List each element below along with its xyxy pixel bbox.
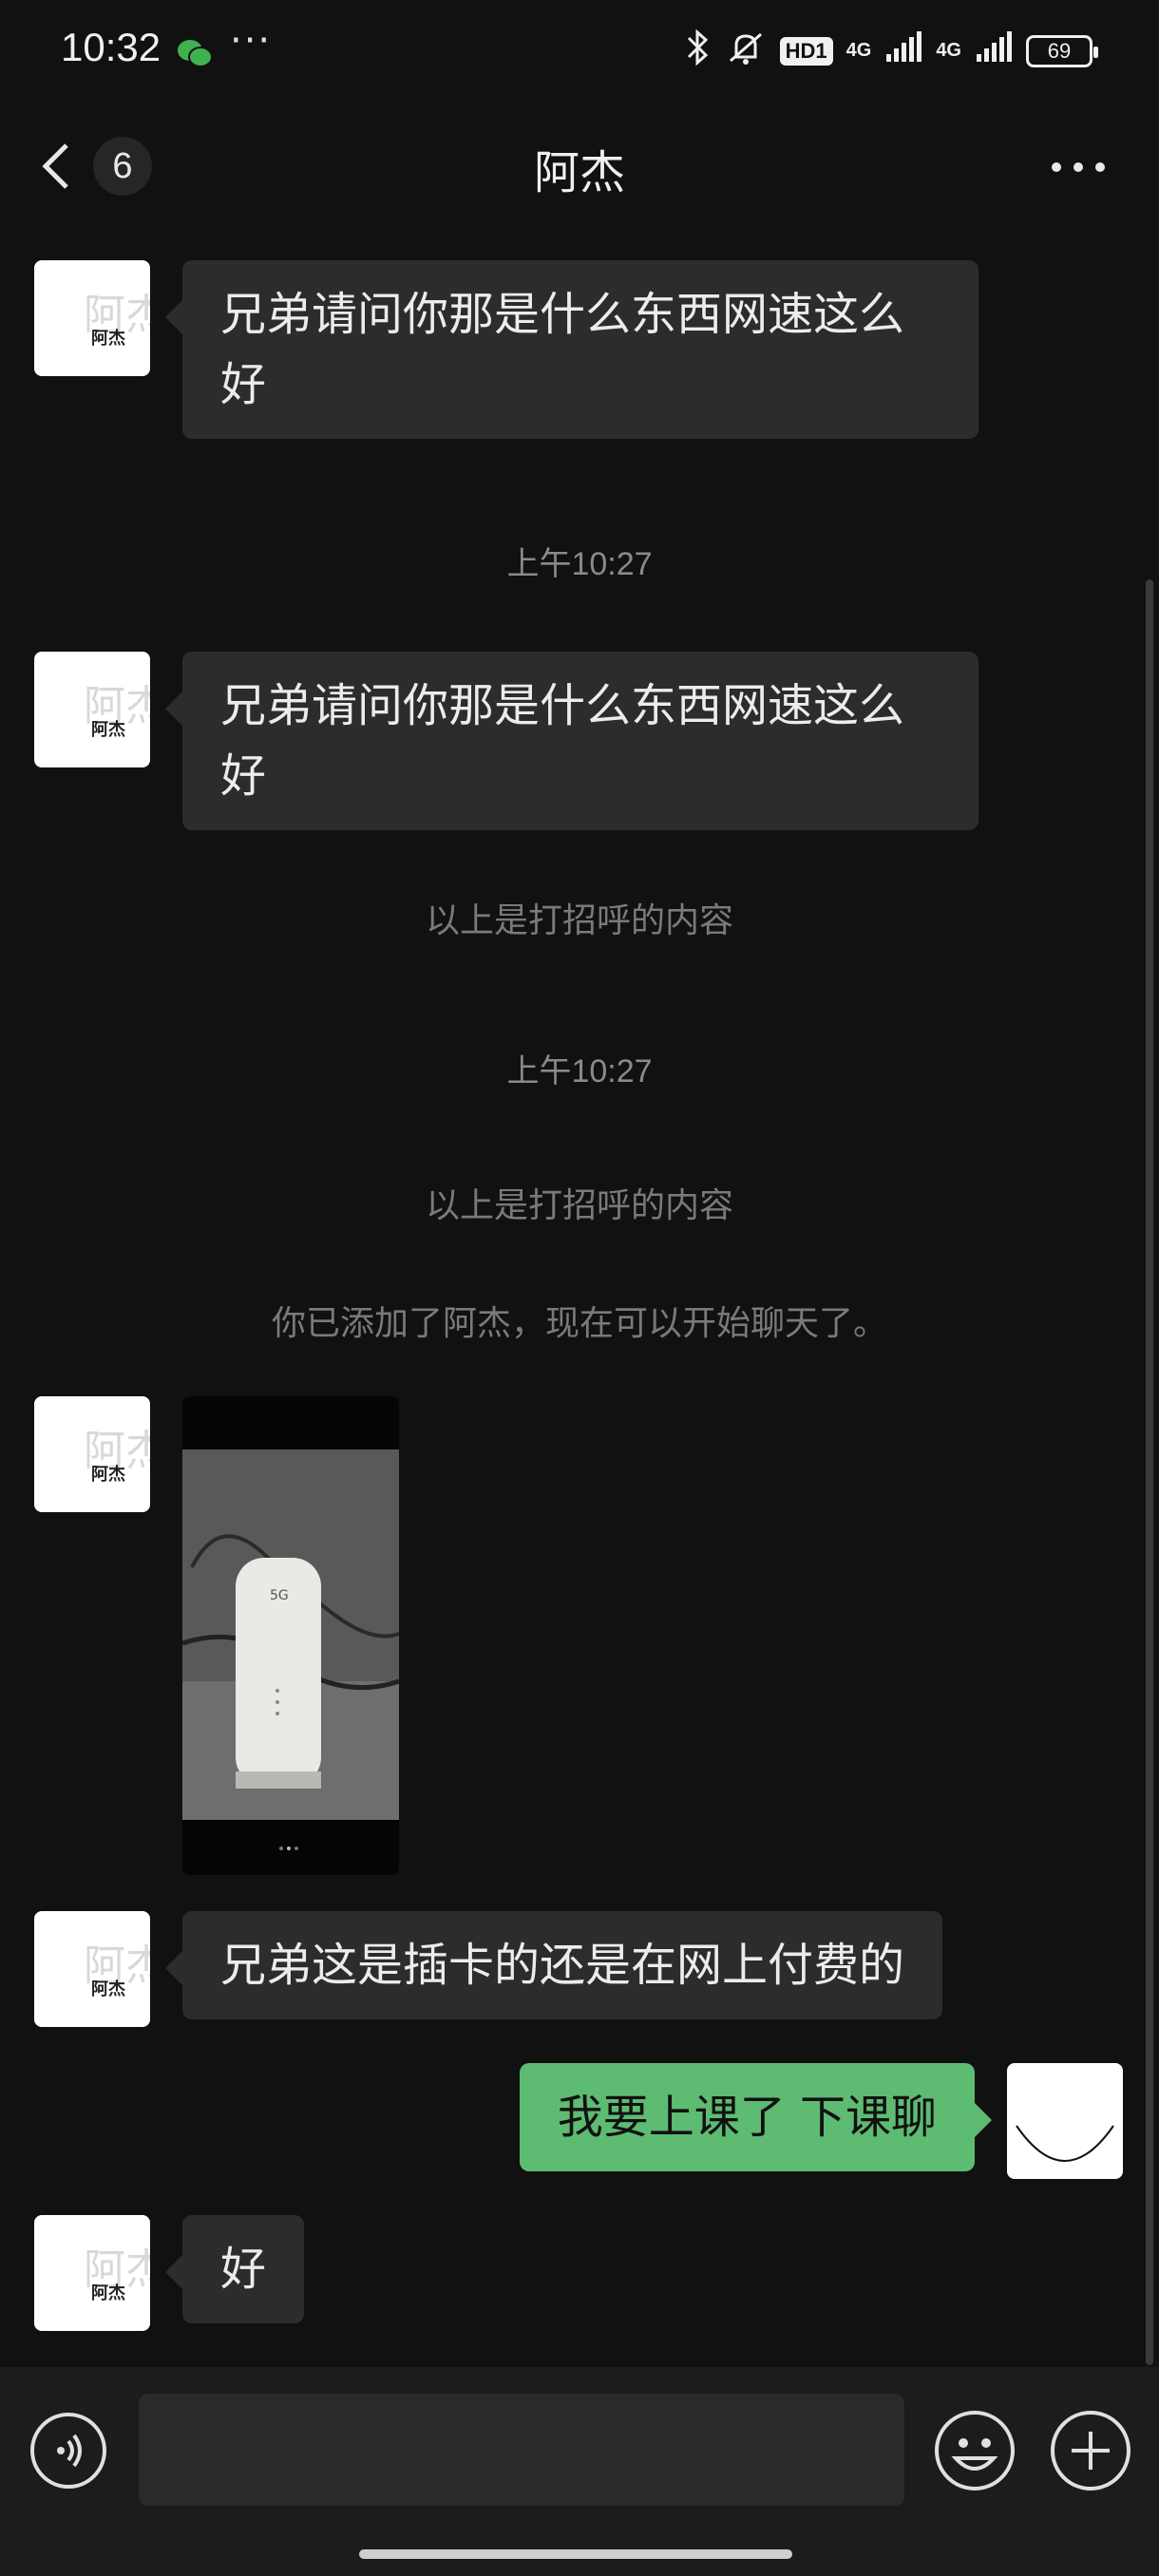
plus-icon: [1051, 2411, 1130, 2491]
svg-text:阿杰: 阿杰: [91, 1464, 125, 1485]
voice-input-button[interactable]: [28, 2411, 108, 2491]
contact-avatar[interactable]: 阿杰 阿杰: [34, 1396, 150, 1512]
more-functions-button[interactable]: [1049, 2409, 1132, 2492]
svg-text:阿杰: 阿杰: [91, 328, 125, 349]
more-notifications-icon: ···: [230, 19, 273, 63]
contact-avatar[interactable]: 阿杰 阿杰: [34, 1911, 150, 2027]
emoji-button[interactable]: [933, 2409, 1016, 2492]
system-message: 你已添加了阿杰，现在可以开始聊天了。: [271, 1304, 887, 1343]
more-options-button[interactable]: [1045, 142, 1112, 190]
contact-avatar[interactable]: 阿杰 阿杰: [34, 2215, 150, 2331]
message-bubble[interactable]: 好: [164, 2215, 305, 2323]
system-message: 以上是打招呼的内容: [425, 901, 733, 940]
message-bubble[interactable]: 兄弟请问你那是什么东西网速这么好: [165, 652, 978, 830]
message-input[interactable]: [139, 2394, 904, 2506]
svg-text:5G: 5G: [270, 1588, 289, 1603]
signal-icon-2: [975, 31, 1013, 70]
contact-avatar[interactable]: 阿杰 阿杰: [34, 652, 150, 767]
wechat-notification-icon: [177, 38, 213, 68]
my-message-bubble[interactable]: 我要上课了 下课聊: [519, 2063, 993, 2171]
network-type-1: 4G: [846, 40, 872, 61]
timestamp: 上午10:27: [506, 546, 653, 582]
message-bubble[interactable]: 兄弟这是插卡的还是在网上付费的: [164, 1911, 943, 2019]
mute-bell-icon: [725, 28, 767, 73]
voice-icon: [30, 2413, 106, 2489]
home-indicator[interactable]: [359, 2549, 792, 2559]
emoji-icon: [935, 2411, 1015, 2491]
my-avatar[interactable]: [1007, 2063, 1123, 2179]
chat-title: 阿杰: [533, 146, 625, 199]
svg-text:阿杰: 阿杰: [91, 719, 125, 740]
system-message: 以上是打招呼的内容: [425, 1186, 733, 1225]
status-icons: HD1 4G 4G 69: [683, 28, 1098, 73]
more-dots-icon: [1052, 162, 1105, 172]
signal-icon-1: [884, 31, 922, 70]
status-time: 10:32: [61, 25, 162, 69]
contact-avatar[interactable]: 阿杰 阿杰: [34, 260, 150, 376]
battery-indicator: 69: [1026, 34, 1098, 67]
bluetooth-icon: [683, 28, 712, 73]
svg-text:阿杰: 阿杰: [91, 2282, 125, 2303]
svg-text:阿杰: 阿杰: [91, 1979, 125, 1999]
timestamp: 上午10:27: [506, 1053, 653, 1089]
image-message[interactable]: 5G: [182, 1396, 399, 1875]
message-bubble[interactable]: 兄弟请问你那是什么东西网速这么好: [165, 260, 978, 439]
scrollbar[interactable]: [1146, 579, 1153, 2365]
router-photo: 5G: [182, 1396, 399, 1875]
hd-badge: HD1: [779, 36, 833, 66]
network-type-2: 4G: [936, 40, 961, 61]
